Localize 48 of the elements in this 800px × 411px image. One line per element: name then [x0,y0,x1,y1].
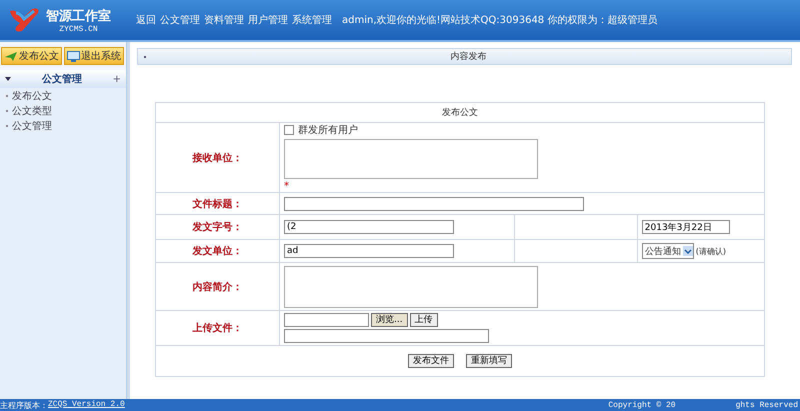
panel-title: 内容发布 [450,50,488,63]
field-label: 接收单位： [192,152,242,164]
version-link[interactable]: ZCQS Version 2.0 [48,400,125,410]
confirm-note: (请确认) [696,246,726,256]
field-label: 内容简介： [192,282,242,292]
form-button[interactable]: 发布文件 [408,354,454,368]
summary-field[interactable] [284,266,538,308]
logo-subtitle: ZYCMS.CN [59,24,98,34]
unit-field[interactable]: ad [284,244,454,258]
type-select[interactable]: 公告通知 [642,243,694,259]
logo-title: 智源工作室 [46,8,111,24]
title-field[interactable] [284,196,584,210]
toolbar-button[interactable]: 退出系统 [64,47,124,65]
upload-button[interactable]: 上传 [410,313,438,327]
file-field[interactable] [284,313,369,327]
nav-link[interactable]: 返回 [136,13,156,27]
field-label: 发文字号： [192,222,242,233]
nav-link[interactable]: 公文管理 [160,13,200,27]
field-label: 文件标题： [192,198,242,210]
form-title: 发布公文 [156,102,764,122]
nav-link[interactable]: 系统管理 [292,13,332,27]
recipients-field[interactable] [284,139,538,179]
dropdown-arrow-icon [682,246,693,256]
browse-button[interactable]: 浏览... [371,313,408,327]
path-field[interactable] [284,329,489,343]
sidebar-title: 公文管理 [40,72,83,86]
expand-icon: + [112,74,121,84]
sidebar-item[interactable]: 公文类型 [0,103,126,118]
checkbox[interactable] [284,125,294,135]
hint-text: * [284,181,289,192]
nav-link[interactable]: 用户管理 [248,13,288,27]
send-icon [4,50,18,62]
nav-link[interactable]: 资料管理 [204,13,244,27]
toolbar-button[interactable]: 发布公文 [1,47,62,65]
welcome-text: admin,欢迎你的光临!网站技术QQ:3093648 你的权限为：超级管理员 [342,14,658,27]
sidebar-item[interactable]: 发布公文 [0,88,126,103]
copyright-text: Copyright © 20 [608,400,676,410]
field-label: 发文单位： [192,246,242,257]
checkbox-label: 群发所有用户 [298,124,358,137]
monitor-icon [67,50,80,62]
date-field[interactable]: 2013年3月22日 [642,220,730,234]
field-label: 上传文件： [192,323,242,334]
number-field[interactable]: (2 [284,220,454,234]
sidebar-item[interactable]: 公文管理 [0,118,126,133]
rights-text: ghts Reserved [736,400,798,410]
sidebar-header[interactable]: 公文管理 + [0,70,126,88]
form-button[interactable]: 重新填写 [466,354,512,368]
version-label: 主程序版本： [0,400,48,410]
